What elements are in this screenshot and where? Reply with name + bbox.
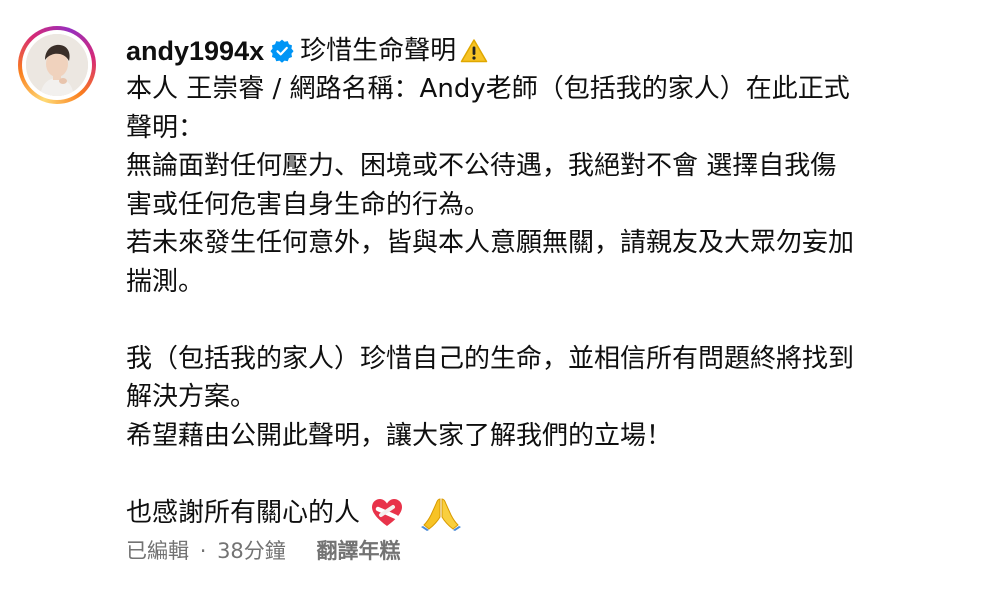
- caption-last-line: 也感謝所有關心的人: [126, 494, 946, 533]
- post-meta: 已編輯 · 38分鐘 翻譯年糕: [126, 536, 400, 566]
- avatar[interactable]: [26, 34, 88, 96]
- mending-heart-emoji: [372, 499, 403, 526]
- warning-emoji: [460, 39, 488, 63]
- caption-body: 本人 王崇睿 / 網路名稱：Andy老師（包括我的家人）在此正式 聲明： 無論面…: [126, 70, 946, 532]
- caption-line: 害或任何危害自身生命的行為。: [126, 189, 491, 220]
- meta-separator: ·: [199, 539, 207, 563]
- caption-line: 本人 王崇睿 / 網路名稱：Andy老師（包括我的家人）在此正式: [126, 74, 850, 104]
- verified-badge-icon: [270, 39, 294, 63]
- caption-line: 聲明：: [126, 112, 205, 143]
- caption-block: andy1994x 珍惜生命聲明 本人 王崇睿 / 網路名稱：Andy老師（包括…: [126, 32, 946, 532]
- caption-line: 無論面對任何壓力、困境或不公待遇，我絕對不會 選擇自我傷: [126, 151, 837, 181]
- caption-line: 也感謝所有關心的人: [126, 497, 361, 528]
- caption-title: 珍惜生命聲明: [300, 36, 457, 66]
- caption-line: 希望藉由公開此聲明，讓大家了解我們的立場！: [126, 420, 673, 451]
- avatar-image: [26, 34, 88, 96]
- caption-line: 我（包括我的家人）珍惜自己的生命，並相信所有問題終將找到: [126, 343, 855, 374]
- story-ring[interactable]: [18, 26, 96, 104]
- folded-hands-emoji: [420, 498, 461, 531]
- caption-line: 若未來發生任何意外，皆與本人意願無關，請親友及大眾勿妄加: [126, 228, 855, 258]
- caption-line: 揣測。: [126, 266, 205, 297]
- translate-button[interactable]: 翻譯年糕: [316, 539, 400, 563]
- avatar-gap: [22, 30, 92, 100]
- caption-header: andy1994x 珍惜生命聲明: [126, 32, 946, 70]
- instagram-post-caption: andy1994x 珍惜生命聲明 本人 王崇睿 / 網路名稱：Andy老師（包括…: [0, 0, 986, 596]
- time-ago-link[interactable]: 38分鐘: [217, 539, 286, 563]
- username-link[interactable]: andy1994x: [126, 32, 264, 70]
- edited-label: 已編輯: [126, 539, 189, 563]
- caption-line: 解決方案。: [126, 382, 257, 412]
